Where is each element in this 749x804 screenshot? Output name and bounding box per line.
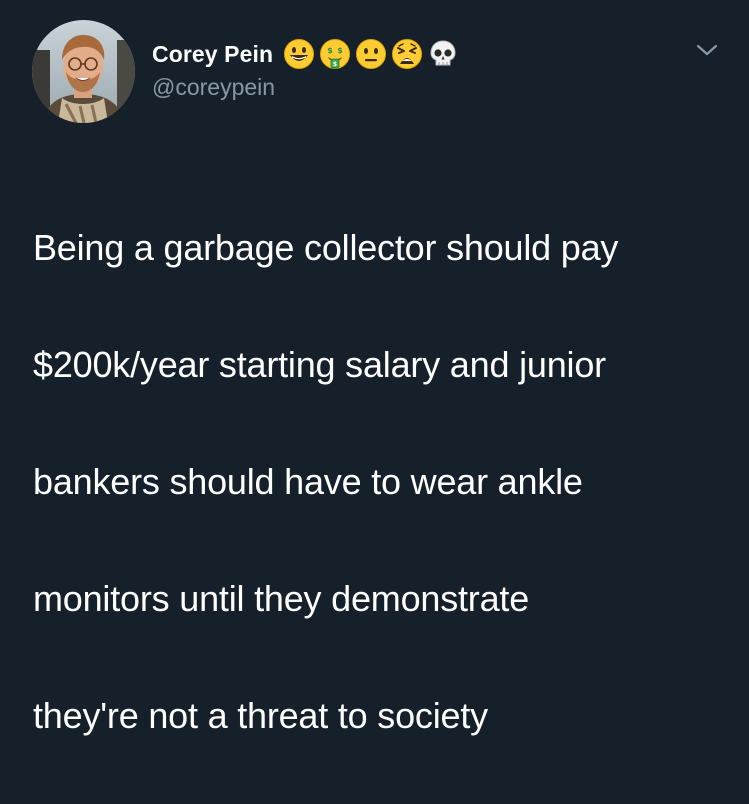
money-mouth-face-icon: $ $ $ [320,39,351,69]
tweet-text-line: bankers should have to wear ankle [33,460,583,502]
avatar[interactable] [32,20,135,123]
tweet-text-line: $200k/year starting salary and junior [33,343,606,385]
author-line: Corey Pein $ $ $ [152,36,463,72]
tweet-text: Being a garbage collector should pay $20… [33,160,733,804]
tweet-text-line: monitors until they demonstrate [33,577,530,619]
svg-text:$: $ [337,46,343,55]
weary-face-icon [392,39,423,69]
display-name[interactable]: Corey Pein [152,41,273,68]
tweet-text-line: they're not a threat to society [33,694,488,736]
svg-text:$: $ [327,46,333,55]
grinning-face-icon [284,39,315,69]
avatar-photo [32,20,135,123]
svg-text:$: $ [333,61,337,68]
more-options-button[interactable] [692,38,722,62]
name-emoji-row: $ $ $ [283,38,463,70]
tweet-card: Corey Pein $ $ $ @coreypein Being a garb… [0,0,749,736]
chevron-down-icon [696,44,718,56]
user-handle[interactable]: @coreypein [152,74,275,101]
tweet-text-line: Being a garbage collector should pay [33,226,619,268]
neutral-face-icon [356,39,387,69]
skull-icon [430,40,456,66]
